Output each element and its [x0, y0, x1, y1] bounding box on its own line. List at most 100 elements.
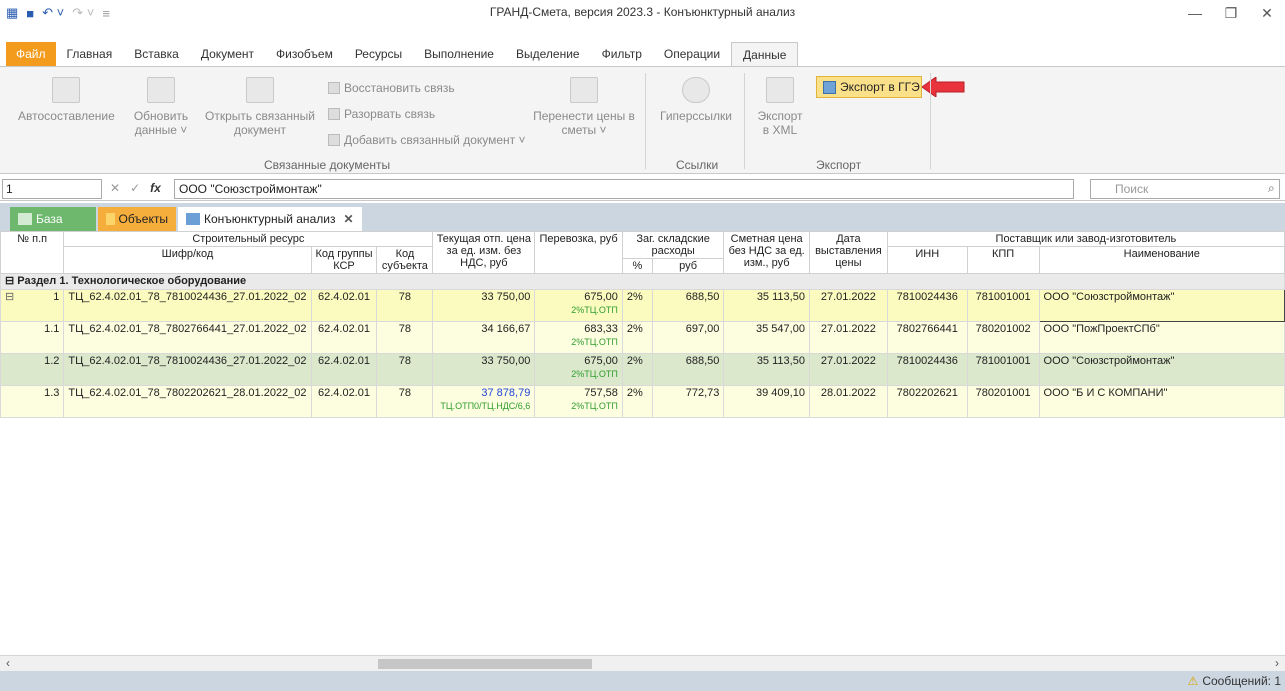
- tab-insert[interactable]: Вставка: [123, 42, 190, 66]
- header-rub[interactable]: руб: [651, 258, 725, 274]
- cell-rub: 772,73: [651, 385, 725, 418]
- collapse-icon[interactable]: ⊟: [5, 291, 14, 304]
- header-price[interactable]: Текущая отп. цена за ед. изм. без НДС, р…: [432, 231, 536, 274]
- cell-pct: 2%: [621, 321, 653, 354]
- cell-inn: 7802202621: [886, 385, 968, 418]
- tab-document[interactable]: Документ: [190, 42, 265, 66]
- cell-subject: 78: [376, 385, 434, 418]
- header-pct[interactable]: %: [621, 258, 653, 274]
- header-ksr[interactable]: Код группы КСР: [310, 246, 378, 274]
- cell-subject: 78: [376, 289, 434, 322]
- cell-inn: 7810024436: [886, 289, 968, 322]
- red-arrow-icon: [922, 77, 965, 97]
- ribbon-tabs: Файл Главная Вставка Документ Физобъем Р…: [0, 42, 1285, 66]
- header-date[interactable]: Дата выставления цены: [808, 231, 888, 274]
- tab-filter[interactable]: Фильтр: [591, 42, 653, 66]
- scrollbar-thumb[interactable]: [378, 659, 592, 669]
- undo-icon[interactable]: ↶ ˅: [42, 5, 64, 21]
- header-storage[interactable]: Заг. складские расходы: [621, 231, 725, 259]
- header-name[interactable]: Наименование: [1038, 246, 1285, 274]
- search-input[interactable]: Поиск: [1090, 179, 1280, 199]
- table-row[interactable]: 1.2 ТЦ_62.4.02.01_78_7810024436_27.01.20…: [0, 353, 1285, 386]
- tab-home[interactable]: Главная: [56, 42, 124, 66]
- scroll-left-icon[interactable]: ‹: [6, 656, 10, 670]
- tab-data[interactable]: Данные: [731, 42, 799, 66]
- export-gge-button[interactable]: Экспорт в ГГЭ: [816, 76, 922, 98]
- cell-date: 27.01.2022: [808, 289, 888, 322]
- tab-file[interactable]: Файл: [6, 42, 56, 66]
- cell-rub: 688,50: [651, 353, 725, 386]
- cell-name: ООО "Б И С КОМПАНИ": [1038, 385, 1285, 418]
- table-row[interactable]: 1.1 ТЦ_62.4.02.01_78_7802766441_27.01.20…: [0, 321, 1285, 354]
- tab-execution[interactable]: Выполнение: [413, 42, 505, 66]
- scroll-right-icon[interactable]: ›: [1275, 656, 1279, 670]
- cell-num: 1.1: [0, 321, 65, 354]
- confirm-icon[interactable]: ✓: [130, 181, 140, 195]
- cell-num: 1.3: [0, 385, 65, 418]
- cell-date: 27.01.2022: [808, 353, 888, 386]
- cell-name[interactable]: ООО "Союзстроймонтаж": [1038, 289, 1285, 322]
- tab-market-analysis[interactable]: Конъюнктурный анализ ✕: [178, 207, 362, 231]
- separator: [930, 73, 931, 169]
- cancel-icon[interactable]: ✕: [110, 181, 120, 195]
- cell-transport: 675,00 2%ТЦ.ОТП: [534, 289, 623, 322]
- horizontal-scrollbar[interactable]: ‹ ›: [0, 655, 1285, 671]
- cell-code: ТЦ_62.4.02.01_78_7802202621_28.01.2022_0…: [63, 385, 312, 418]
- hyperlinks-button[interactable]: Гиперссылки: [656, 77, 736, 123]
- cell-kpp: 781001001: [966, 353, 1040, 386]
- open-linked-doc-button[interactable]: Открыть связанный документ: [200, 77, 320, 137]
- save-icon[interactable]: ■: [26, 6, 34, 21]
- tab-operations[interactable]: Операции: [653, 42, 731, 66]
- header-subject[interactable]: Код субъекта: [376, 246, 434, 274]
- messages-button[interactable]: ⚠ Сообщений: 1: [1188, 674, 1281, 688]
- cell-ksr: 62.4.02.01: [310, 385, 378, 418]
- tab-resources[interactable]: Ресурсы: [344, 42, 413, 66]
- cell-reference-field[interactable]: 1: [2, 179, 102, 199]
- search-icon[interactable]: ⌕: [1268, 181, 1275, 196]
- section-row[interactable]: ⊟ Раздел 1. Технологическое оборудование: [0, 273, 1285, 290]
- minimize-icon[interactable]: —: [1177, 0, 1213, 26]
- redo-icon[interactable]: ↷ ˅: [72, 5, 94, 21]
- header-kpp[interactable]: КПП: [966, 246, 1040, 274]
- close-icon[interactable]: ✕: [1249, 0, 1285, 26]
- header-code[interactable]: Шифр/код: [63, 246, 312, 274]
- table-row[interactable]: ⊟ 1 ТЦ_62.4.02.01_78_7810024436_27.01.202…: [0, 289, 1285, 322]
- cell-price: 34 166,67: [432, 321, 536, 354]
- cell-num: ⊟ 1: [0, 289, 65, 322]
- cell-inn: 7802766441: [886, 321, 968, 354]
- formula-bar: 1 ✕ ✓ fx ООО "Союзстроймонтаж" Поиск ⌕: [0, 177, 1285, 201]
- restore-link-button[interactable]: Восстановить связь: [328, 81, 455, 95]
- table-row[interactable]: 1.3 ТЦ_62.4.02.01_78_7802202621_28.01.20…: [0, 385, 1285, 418]
- break-link-button[interactable]: Разорвать связь: [328, 107, 435, 121]
- cell-rub: 697,00: [651, 321, 725, 354]
- header-resource[interactable]: Строительный ресурс: [63, 231, 434, 247]
- tab-fizobem[interactable]: Физобъем: [265, 42, 344, 66]
- cell-code: ТЦ_62.4.02.01_78_7802766441_27.01.2022_0…: [63, 321, 312, 354]
- linked-doc-icon: [246, 77, 274, 103]
- customize-qat-icon[interactable]: ≡: [102, 6, 110, 21]
- group-linked-docs-label: Связанные документы: [264, 158, 391, 172]
- close-tab-icon[interactable]: ✕: [343, 207, 353, 231]
- cell-name: ООО "ПожПроектСПб": [1038, 321, 1285, 354]
- header-transport[interactable]: Перевозка, руб: [534, 231, 623, 274]
- header-supplier[interactable]: Поставщик или завод-изготовитель: [886, 231, 1285, 247]
- cell-ksr: 62.4.02.01: [310, 353, 378, 386]
- header-estimate[interactable]: Сметная цена без НДС за ед. изм., руб: [723, 231, 810, 274]
- formula-input[interactable]: ООО "Союзстроймонтаж": [174, 179, 1074, 199]
- header-inn[interactable]: ИНН: [886, 246, 968, 274]
- transfer-prices-button[interactable]: Перенести цены в сметы ˅: [532, 77, 636, 137]
- restore-icon[interactable]: ❐: [1213, 0, 1249, 26]
- autosostavlenie-button[interactable]: Автосоставление: [18, 77, 115, 123]
- fx-icon[interactable]: fx: [150, 181, 161, 195]
- cell-inn: 7810024436: [886, 353, 968, 386]
- export-xml-button[interactable]: Экспорт в XML: [754, 77, 806, 137]
- unlink-icon: [328, 108, 340, 120]
- refresh-data-button[interactable]: Обновить данные ˅: [126, 77, 196, 137]
- tab-objects[interactable]: Объекты: [98, 207, 176, 231]
- tab-selection[interactable]: Выделение: [505, 42, 591, 66]
- cell-kpp: 780201001: [966, 385, 1040, 418]
- header-num[interactable]: № п.п: [0, 231, 65, 274]
- add-linked-doc-button[interactable]: Добавить связанный документ ˅: [328, 133, 526, 147]
- tab-base[interactable]: База: [10, 207, 96, 231]
- cell-estimate: 39 409,10: [723, 385, 810, 418]
